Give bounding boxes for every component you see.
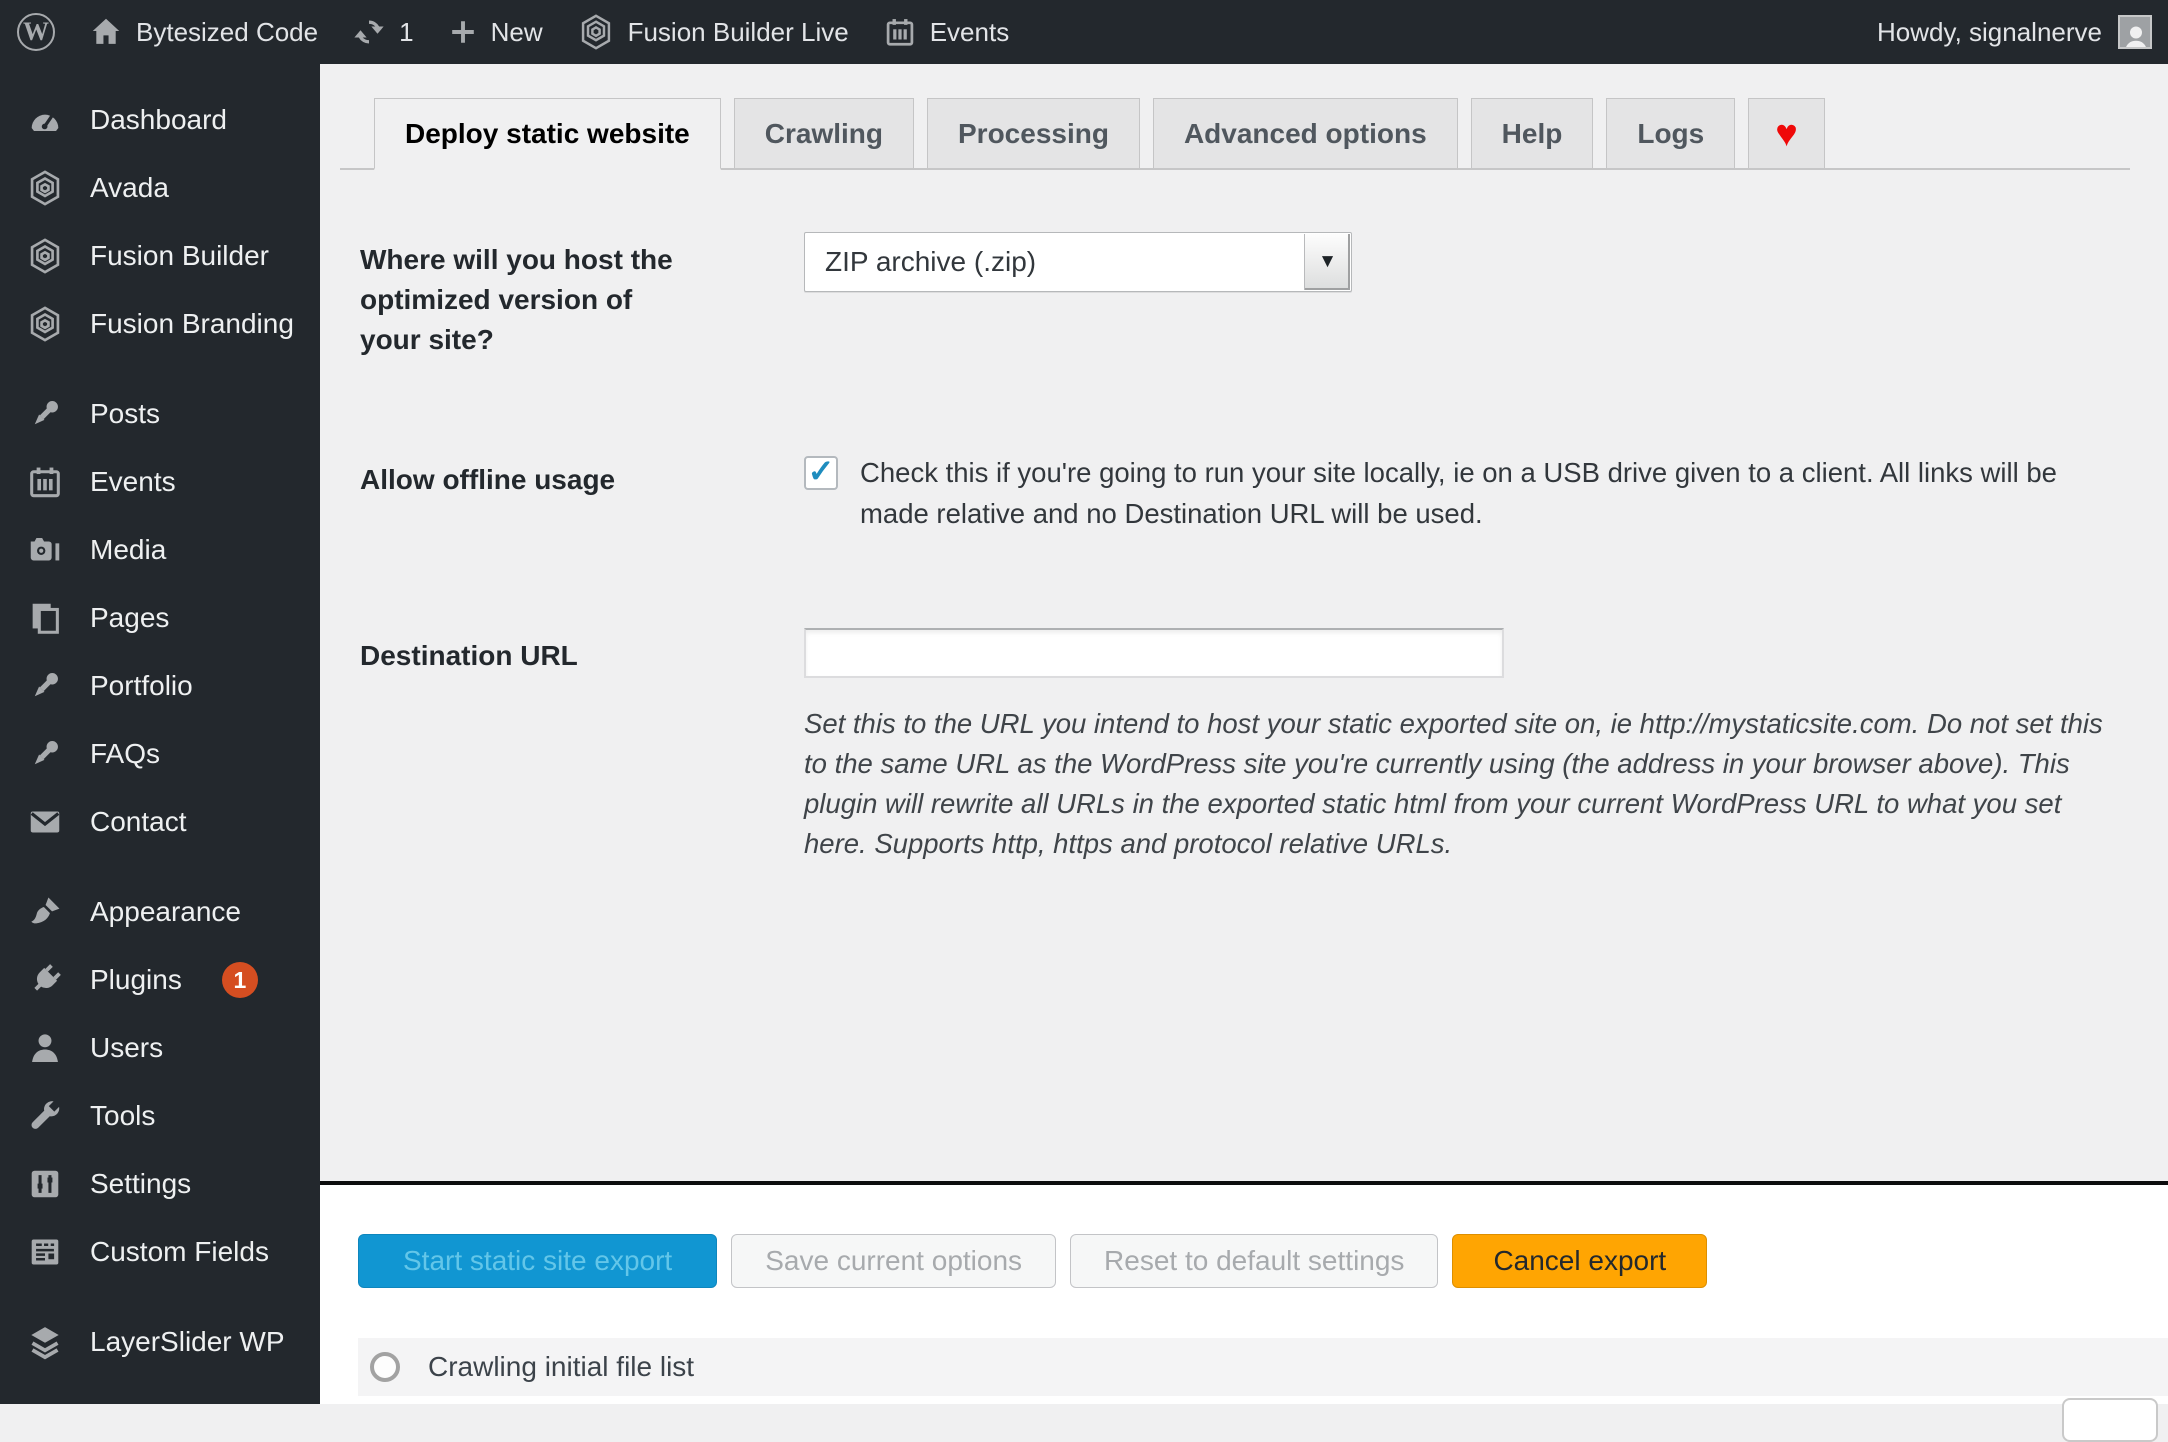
sliders-icon xyxy=(26,1165,64,1203)
pushpin-icon xyxy=(26,395,64,433)
admin-bar: W Bytesized Code 1 New Fusion Builder Li… xyxy=(0,0,2168,64)
new-menu[interactable]: New xyxy=(431,0,560,64)
sidebar-item-custom-fields[interactable]: Custom Fields xyxy=(0,1218,320,1286)
updates-refresh-icon xyxy=(352,15,386,49)
gauge-icon xyxy=(26,101,64,139)
calendar-icon xyxy=(883,15,917,49)
brush-icon xyxy=(26,893,64,931)
start-export-button[interactable]: Start static site export xyxy=(358,1234,718,1288)
sidebar-item-media[interactable]: Media xyxy=(0,516,320,584)
host-target-row: Where will you host the optimized versio… xyxy=(360,232,2130,360)
events-menu[interactable]: Events xyxy=(866,0,1027,64)
avatar[interactable] xyxy=(2118,15,2152,49)
updates-menu[interactable]: 1 xyxy=(335,0,430,64)
plus-icon xyxy=(448,17,478,47)
sidebar-item-appearance[interactable]: Appearance xyxy=(0,878,320,946)
camera-icon xyxy=(26,531,64,569)
sidebar-item-layerslider[interactable]: LayerSlider WP xyxy=(0,1308,320,1376)
sidebar-item-fusion-builder[interactable]: Fusion Builder xyxy=(0,222,320,290)
sidebar-item-plugins[interactable]: Plugins 1 xyxy=(0,946,320,1014)
chevron-down-icon: ▼ xyxy=(1318,251,1337,272)
progress-step-label: Crawling initial file list xyxy=(428,1351,695,1382)
events-label: Events xyxy=(929,16,1010,47)
tab-help[interactable]: Help xyxy=(1470,98,1594,168)
cutoff-button[interactable] xyxy=(2062,1398,2158,1442)
fusion-hexagon-icon xyxy=(26,305,64,343)
plug-icon xyxy=(26,961,64,999)
offline-usage-label: Allow offline usage xyxy=(360,464,616,495)
action-buttons: Start static site export Save current op… xyxy=(358,1234,1708,1288)
host-target-select-value: ZIP archive (.zip) xyxy=(825,246,1037,277)
pages-icon xyxy=(26,599,64,637)
sidebar-item-faqs[interactable]: FAQs xyxy=(0,720,320,788)
layers-icon xyxy=(26,1323,64,1361)
fields-icon xyxy=(26,1233,64,1271)
destination-url-input[interactable] xyxy=(804,628,1504,678)
checkmark-icon: ✓ xyxy=(807,453,835,489)
sidebar-item-users[interactable]: Users xyxy=(0,1014,320,1082)
offline-usage-row: Allow offline usage ✓ Check this if you'… xyxy=(360,452,2130,534)
tab-strip: Deploy static website Crawling Processin… xyxy=(340,98,2130,170)
tab-logs[interactable]: Logs xyxy=(1606,98,1736,168)
main-content: Deploy static website Crawling Processin… xyxy=(320,64,2168,1442)
wordpress-logo-icon: W xyxy=(17,13,55,51)
offline-usage-help: Check this if you're going to run your s… xyxy=(860,457,2057,529)
sidebar-item-fusion-branding[interactable]: Fusion Branding xyxy=(0,290,320,358)
calendar-icon xyxy=(26,463,64,501)
reset-defaults-button[interactable]: Reset to default settings xyxy=(1070,1234,1439,1288)
host-target-select[interactable]: ZIP archive (.zip) ▼ xyxy=(804,232,1352,292)
tab-heart[interactable]: ♥ xyxy=(1748,98,1825,168)
fusion-builder-live-label: Fusion Builder Live xyxy=(627,16,849,47)
howdy-account-menu[interactable]: Howdy, signalnerve xyxy=(1877,17,2102,48)
admin-sidebar: Dashboard Avada Fusion Builder Fusion Br… xyxy=(0,64,320,1404)
tab-deploy-static-website[interactable]: Deploy static website xyxy=(374,98,721,170)
fusion-hexagon-icon xyxy=(26,237,64,275)
home-icon xyxy=(89,15,123,49)
action-panel: Start static site export Save current op… xyxy=(320,1185,2168,1442)
destination-url-help: Set this to the URL you intend to host y… xyxy=(804,708,2103,859)
site-name-menu[interactable]: Bytesized Code xyxy=(72,0,335,64)
save-options-button[interactable]: Save current options xyxy=(731,1234,1057,1288)
destination-url-label: Destination URL xyxy=(360,640,578,671)
offline-usage-checkbox[interactable]: ✓ xyxy=(804,453,838,490)
user-icon xyxy=(26,1029,64,1067)
progress-step-row: Crawling initial file list xyxy=(358,1338,2168,1396)
sidebar-item-pages[interactable]: Pages xyxy=(0,584,320,652)
pushpin-icon xyxy=(26,667,64,705)
tab-crawling[interactable]: Crawling xyxy=(733,98,914,168)
avada-hexagon-icon xyxy=(26,169,64,207)
tab-advanced-options[interactable]: Advanced options xyxy=(1152,98,1458,168)
sidebar-item-events[interactable]: Events xyxy=(0,448,320,516)
sidebar-item-tools[interactable]: Tools xyxy=(0,1082,320,1150)
sidebar-item-avada[interactable]: Avada xyxy=(0,154,320,222)
updates-count: 1 xyxy=(399,16,414,47)
heart-icon: ♥ xyxy=(1775,112,1798,155)
settings-form: Where will you host the optimized versio… xyxy=(360,232,2130,864)
host-question-label: Where will you host the optimized versio… xyxy=(360,244,673,355)
sidebar-item-portfolio[interactable]: Portfolio xyxy=(0,652,320,720)
pushpin-icon xyxy=(26,735,64,773)
wrench-icon xyxy=(26,1097,64,1135)
progress-step-radio xyxy=(370,1352,400,1382)
wp-logo-menu[interactable]: W xyxy=(0,0,72,64)
sidebar-item-dashboard[interactable]: Dashboard xyxy=(0,86,320,154)
fusion-hexagon-icon xyxy=(577,13,615,51)
sidebar-item-posts[interactable]: Posts xyxy=(0,380,320,448)
plugins-update-badge: 1 xyxy=(221,962,258,998)
sidebar-item-contact[interactable]: Contact xyxy=(0,788,320,856)
envelope-icon xyxy=(26,803,64,841)
sidebar-item-settings[interactable]: Settings xyxy=(0,1150,320,1218)
cancel-export-button[interactable]: Cancel export xyxy=(1452,1234,1708,1288)
destination-url-row: Destination URL Set this to the URL you … xyxy=(360,628,2130,864)
select-arrow-button[interactable]: ▼ xyxy=(1304,234,1350,290)
site-name: Bytesized Code xyxy=(136,16,319,47)
tab-processing[interactable]: Processing xyxy=(927,98,1140,168)
new-label: New xyxy=(490,16,543,47)
fusion-builder-live-menu[interactable]: Fusion Builder Live xyxy=(560,0,866,64)
